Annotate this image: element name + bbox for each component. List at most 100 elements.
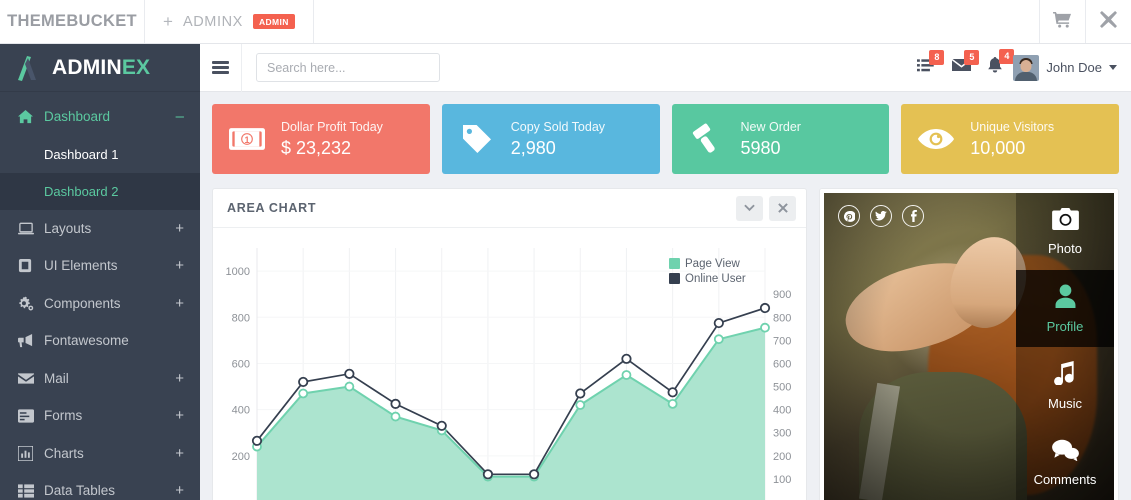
table-icon	[18, 484, 44, 498]
stat-card-new-order[interactable]: New Order 5980	[672, 104, 890, 174]
close-window-button[interactable]	[1085, 0, 1131, 43]
user-menu[interactable]: John Doe	[1013, 55, 1131, 81]
panel-collapse-button[interactable]	[736, 196, 763, 221]
sidebar-item-dashboard-2[interactable]: Dashboard 2	[0, 173, 200, 210]
adminex-logo-text: ADMINEX	[52, 56, 150, 80]
sidebar-item-data-tables[interactable]: Data Tables +	[0, 472, 200, 500]
svg-text:800: 800	[773, 312, 791, 324]
sidebar-item-label: Layouts	[44, 221, 175, 236]
notifications-badge: 4	[999, 49, 1014, 64]
panel-title: AREA CHART	[227, 201, 316, 215]
logo-accent: EX	[122, 56, 150, 79]
submenu-label: Dashboard 2	[44, 184, 118, 199]
collapse-indicator: –	[176, 109, 184, 124]
stat-card-dollar-profit[interactable]: 1 Dollar Profit Today $ 23,232	[212, 104, 430, 174]
bar-chart-icon	[18, 446, 44, 461]
laptop-icon	[18, 221, 44, 236]
sidebar-logo[interactable]: ADMINEX	[0, 44, 200, 92]
facebook-icon[interactable]	[902, 205, 924, 227]
app-shell: ADMINEX Dashboard – Dashboard 1 Dashboar…	[0, 44, 1131, 500]
sidebar-item-components[interactable]: Components +	[0, 285, 200, 323]
svg-text:100: 100	[773, 474, 791, 486]
themebucket-label: THEMEBUCKET	[7, 12, 137, 31]
menu-toggle-button[interactable]	[200, 44, 242, 92]
sidebar-item-label: Fontawesome	[44, 333, 184, 348]
hamburger-icon	[212, 59, 229, 76]
photo-menu: Photo Profile	[1016, 193, 1114, 500]
adminx-tab[interactable]: + ADMINX ADMIN	[145, 0, 314, 43]
sidebar-item-forms[interactable]: Forms +	[0, 397, 200, 435]
svg-text:200: 200	[773, 451, 791, 463]
chart-canvas[interactable]: 2004006008001000100200300400500600700800…	[213, 228, 806, 500]
photo-menu-item-music[interactable]: Music	[1016, 347, 1114, 424]
messages-button[interactable]: 5	[952, 58, 971, 77]
sidebar-item-label: Dashboard	[44, 109, 176, 124]
search-input[interactable]	[256, 53, 440, 82]
notifications-button[interactable]: 4	[987, 57, 1003, 79]
expand-indicator: +	[175, 371, 184, 386]
pinterest-icon[interactable]	[838, 205, 860, 227]
expand-indicator: +	[175, 296, 184, 311]
book-icon	[18, 258, 44, 273]
sidebar-item-layouts[interactable]: Layouts +	[0, 210, 200, 248]
photo-menu-item-profile[interactable]: Profile	[1016, 270, 1114, 347]
svg-text:1000: 1000	[226, 266, 250, 278]
sidebar-item-label: UI Elements	[44, 258, 175, 273]
sidebar-item-charts[interactable]: Charts +	[0, 435, 200, 473]
svg-text:700: 700	[773, 335, 791, 347]
sidebar-item-dashboard[interactable]: Dashboard –	[0, 98, 200, 136]
svg-text:Online User: Online User	[685, 273, 746, 285]
sidebar-item-mail[interactable]: Mail +	[0, 360, 200, 398]
twitter-icon[interactable]	[870, 205, 892, 227]
area-chart-svg: 2004006008001000100200300400500600700800…	[213, 234, 813, 500]
sidebar-item-label: Data Tables	[44, 483, 175, 498]
money-icon: 1	[226, 127, 268, 151]
gavel-icon	[686, 123, 728, 155]
stat-card-value: 10,000	[970, 138, 1054, 159]
camera-icon	[1052, 208, 1079, 235]
svg-text:400: 400	[773, 405, 791, 417]
expand-indicator: +	[175, 446, 184, 461]
user-icon	[1054, 284, 1077, 313]
sidebar-menu: Dashboard – Dashboard 1 Dashboard 2 Layo…	[0, 92, 200, 500]
sidebar-item-label: Mail	[44, 371, 175, 386]
area-chart-panel: AREA CHART 20040060080010001002003004005…	[212, 188, 807, 500]
stat-card-text: Unique Visitors 10,000	[970, 120, 1054, 159]
stat-card-value: 2,980	[511, 138, 605, 159]
sidebar-item-fontawesome[interactable]: Fontawesome	[0, 322, 200, 360]
stat-card-copy-sold[interactable]: Copy Sold Today 2,980	[442, 104, 660, 174]
svg-text:600: 600	[773, 358, 791, 370]
themebucket-brand: THEMEBUCKET	[0, 0, 145, 43]
main-area: 8 5 4 John Doe	[200, 44, 1131, 500]
adminx-tab-label: ADMINX	[183, 14, 243, 30]
cart-button[interactable]	[1039, 0, 1085, 43]
sidebar-item-dashboard-1[interactable]: Dashboard 1	[0, 136, 200, 173]
stat-card-title: Copy Sold Today	[511, 120, 605, 134]
chevron-down-icon	[744, 204, 755, 212]
panel-close-button[interactable]	[769, 196, 796, 221]
stat-card-text: New Order 5980	[741, 120, 801, 159]
stat-card-value: 5980	[741, 138, 801, 159]
expand-indicator: +	[175, 408, 184, 423]
sidebar-item-ui-elements[interactable]: UI Elements +	[0, 247, 200, 285]
photo-menu-label: Profile	[1047, 319, 1084, 334]
search-container	[242, 53, 440, 82]
messages-badge: 5	[964, 50, 979, 65]
expand-indicator: +	[175, 221, 184, 236]
tasks-button[interactable]: 8	[917, 58, 936, 78]
photo-menu-item-comments[interactable]: Comments	[1016, 424, 1114, 500]
user-name: John Doe	[1046, 60, 1102, 75]
add-tab-icon[interactable]: +	[163, 12, 173, 32]
photo-menu-label: Comments	[1034, 472, 1097, 487]
page-content: 1 Dollar Profit Today $ 23,232 Copy Sold…	[200, 92, 1131, 500]
sidebar-item-label: Charts	[44, 446, 175, 461]
svg-text:900: 900	[773, 289, 791, 301]
svg-text:Page View: Page View	[685, 258, 740, 270]
sidebar: ADMINEX Dashboard – Dashboard 1 Dashboar…	[0, 44, 200, 500]
stat-card-unique-visitors[interactable]: Unique Visitors 10,000	[901, 104, 1119, 174]
photo-menu-item-photo[interactable]: Photo	[1016, 193, 1114, 270]
expand-indicator: +	[175, 258, 184, 273]
top-strip: THEMEBUCKET + ADMINX ADMIN	[0, 0, 1131, 44]
stat-card-title: Dollar Profit Today	[281, 120, 383, 134]
form-icon	[18, 409, 44, 423]
